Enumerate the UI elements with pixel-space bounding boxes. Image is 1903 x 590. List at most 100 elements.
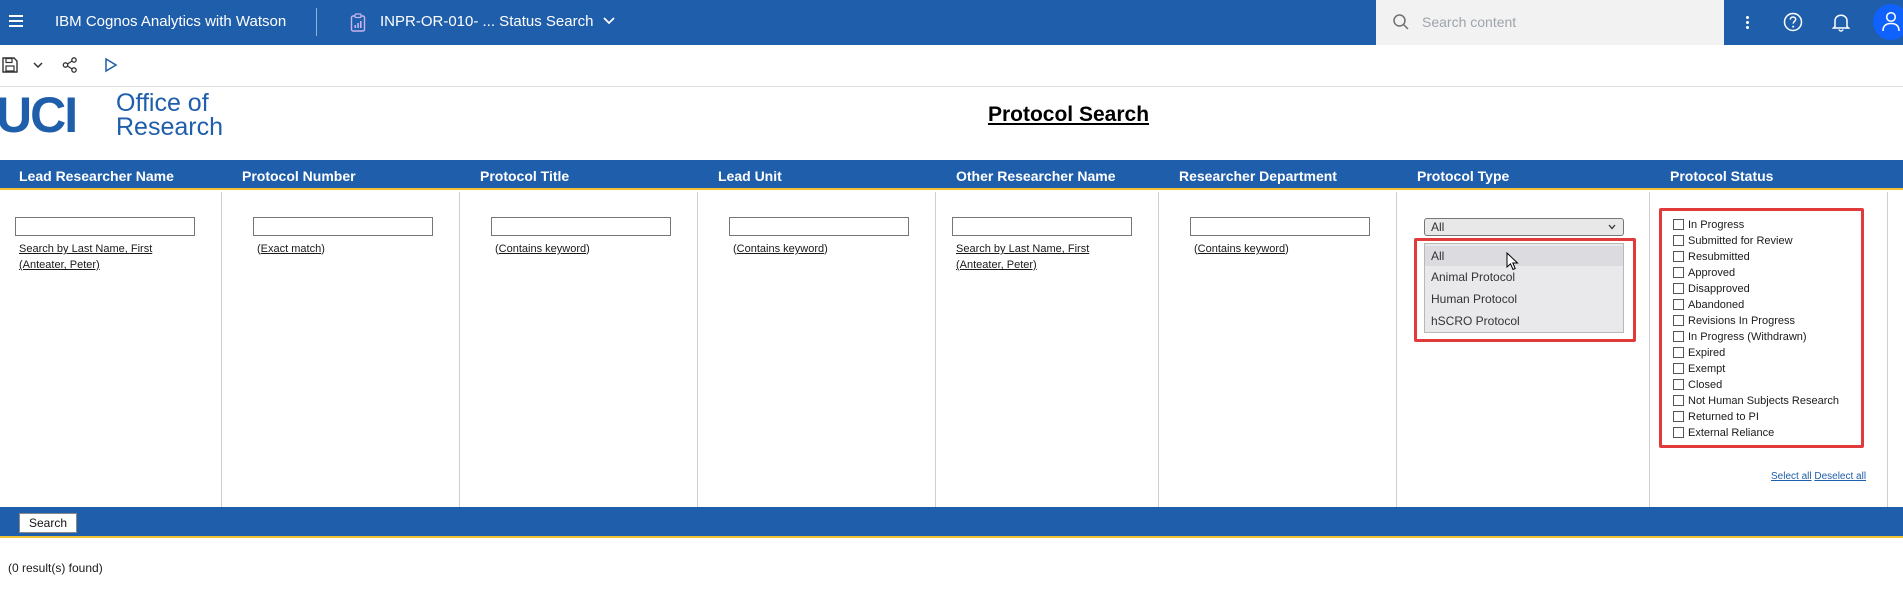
column-divider <box>1649 192 1650 507</box>
other-researcher-hint-line2: (Anteater, Peter) <box>956 259 1037 271</box>
checkbox[interactable] <box>1673 363 1684 374</box>
results-count: (0 result(s) found) <box>8 561 103 575</box>
status-label: In Progress <box>1688 219 1745 231</box>
user-avatar[interactable] <box>1873 4 1903 40</box>
hint-paren-close: ) <box>824 243 828 255</box>
status-label: Revisions In Progress <box>1688 315 1795 327</box>
lead-researcher-name-input[interactable] <box>15 217 195 236</box>
chevron-down-icon <box>1608 224 1616 230</box>
column-divider <box>935 192 936 507</box>
header-lead-researcher-name: Lead Researcher Name <box>19 168 174 184</box>
status-select-links: Select all Deselect all <box>1771 471 1866 482</box>
checkbox[interactable] <box>1673 347 1684 358</box>
status-revisions-in-progress[interactable]: Revisions In Progress <box>1673 314 1795 328</box>
help-icon[interactable] <box>1782 11 1804 33</box>
report-toolbar <box>0 45 1903 87</box>
hint-paren-close: ) <box>321 243 325 255</box>
checkbox[interactable] <box>1673 235 1684 246</box>
column-divider <box>1396 192 1397 507</box>
contains-keyword-hint: Contains keyword <box>1197 243 1286 255</box>
header-protocol-status: Protocol Status <box>1670 168 1774 184</box>
status-label: External Reliance <box>1688 427 1775 439</box>
status-approved[interactable]: Approved <box>1673 266 1735 280</box>
page-title: Protocol Search <box>987 103 1150 126</box>
checkbox[interactable] <box>1673 315 1684 326</box>
header-lead-unit: Lead Unit <box>718 168 782 184</box>
lead-unit-hint: (Contains keyword) <box>733 241 828 257</box>
search-content-box <box>1376 0 1724 45</box>
checkbox[interactable] <box>1673 267 1684 278</box>
protocol-title-input[interactable] <box>491 217 671 236</box>
hint-paren-close: ) <box>1285 243 1289 255</box>
more-options-icon[interactable] <box>1740 14 1754 32</box>
checkbox[interactable] <box>1673 395 1684 406</box>
protocol-type-select[interactable]: All <box>1424 218 1624 236</box>
header-protocol-title: Protocol Title <box>480 168 570 184</box>
lead-researcher-hint-line2: (Anteater, Peter) <box>19 259 100 271</box>
highlight-box-protocol-type <box>1414 238 1636 342</box>
save-options-chevron-icon[interactable] <box>28 55 48 75</box>
header-protocol-number: Protocol Number <box>242 168 356 184</box>
status-submitted-for-review[interactable]: Submitted for Review <box>1673 234 1793 248</box>
status-label: Expired <box>1688 347 1726 359</box>
search-button[interactable]: Search <box>19 513 77 533</box>
status-label: Resubmitted <box>1688 251 1750 263</box>
checkbox[interactable] <box>1673 283 1684 294</box>
status-returned-to-pi[interactable]: Returned to PI <box>1673 410 1759 424</box>
save-icon[interactable] <box>0 55 20 75</box>
status-abandoned[interactable]: Abandoned <box>1673 298 1744 312</box>
user-icon <box>1882 11 1900 32</box>
status-in-progress[interactable]: In Progress <box>1673 218 1744 232</box>
status-label: Abandoned <box>1688 299 1745 311</box>
status-resubmitted[interactable]: Resubmitted <box>1673 250 1750 264</box>
status-label: In Progress (Withdrawn) <box>1688 331 1807 343</box>
checkbox[interactable] <box>1673 251 1684 262</box>
chevron-down-icon[interactable] <box>600 12 618 30</box>
search-action-band: Search <box>0 507 1903 538</box>
status-not-human-subjects-research[interactable]: Not Human Subjects Research <box>1673 394 1839 408</box>
researcher-department-hint: (Contains keyword) <box>1194 241 1289 257</box>
divider <box>316 8 317 36</box>
column-divider <box>697 192 698 507</box>
researcher-department-input[interactable] <box>1190 217 1370 236</box>
status-label: Returned to PI <box>1688 411 1759 423</box>
checkbox[interactable] <box>1673 427 1684 438</box>
checkbox[interactable] <box>1673 379 1684 390</box>
column-header-band: Lead Researcher Name Protocol Number Pro… <box>0 160 1903 190</box>
status-expired[interactable]: Expired <box>1673 346 1725 360</box>
checkbox[interactable] <box>1673 411 1684 422</box>
report-title[interactable]: INPR-OR-010- ... Status Search <box>380 13 593 30</box>
lead-unit-input[interactable] <box>729 217 909 236</box>
lead-researcher-hint: Search by Last Name, First (Anteater, Pe… <box>19 241 152 273</box>
hint-paren-close: ) <box>586 243 590 255</box>
share-icon[interactable] <box>60 55 80 75</box>
run-play-icon[interactable] <box>100 55 120 75</box>
search-content-input[interactable] <box>1422 10 1712 34</box>
lead-researcher-hint-line1: Search by Last Name, First <box>19 243 153 255</box>
status-in-progress-withdrawn[interactable]: In Progress (Withdrawn) <box>1673 330 1807 344</box>
status-disapproved[interactable]: Disapproved <box>1673 282 1750 296</box>
contains-keyword-hint: Contains keyword <box>498 243 587 255</box>
protocol-title-hint: (Contains keyword) <box>495 241 590 257</box>
protocol-type-selected-value: All <box>1431 220 1445 234</box>
hamburger-menu-icon[interactable] <box>6 12 26 32</box>
notifications-bell-icon[interactable] <box>1830 11 1852 33</box>
status-exempt[interactable]: Exempt <box>1673 362 1725 376</box>
other-researcher-name-input[interactable] <box>952 217 1132 236</box>
other-researcher-hint: Search by Last Name, First (Anteater, Pe… <box>956 241 1089 273</box>
status-external-reliance[interactable]: External Reliance <box>1673 426 1774 440</box>
report-clipboard-icon <box>350 13 366 32</box>
column-divider <box>1158 192 1159 507</box>
status-label: Approved <box>1688 267 1736 279</box>
checkbox[interactable] <box>1673 219 1684 230</box>
checkbox[interactable] <box>1673 331 1684 342</box>
search-icon <box>1393 14 1409 30</box>
other-researcher-hint-line1: Search by Last Name, First <box>956 243 1090 255</box>
deselect-all-link[interactable]: Deselect all <box>1814 471 1866 482</box>
select-all-link[interactable]: Select all <box>1771 471 1812 482</box>
checkbox[interactable] <box>1673 299 1684 310</box>
status-label: Submitted for Review <box>1688 235 1793 247</box>
status-closed[interactable]: Closed <box>1673 378 1722 392</box>
exact-match-hint: Exact match <box>260 243 322 255</box>
protocol-number-input[interactable] <box>253 217 433 236</box>
